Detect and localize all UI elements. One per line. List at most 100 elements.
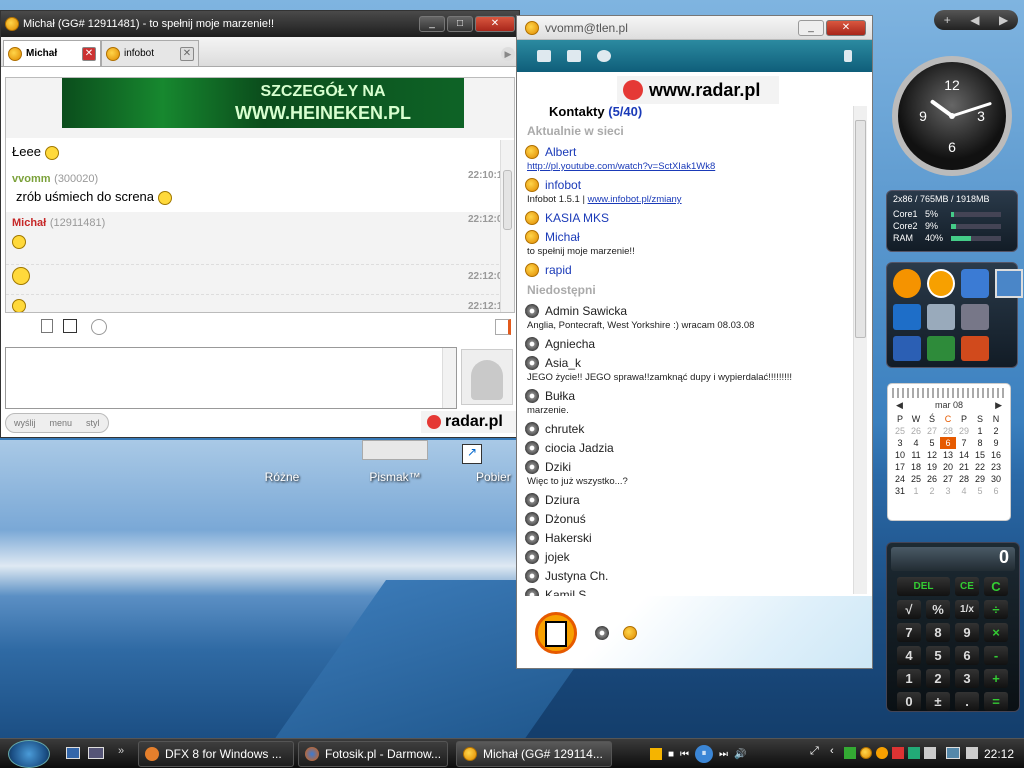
tlen-icon[interactable]: [927, 269, 955, 299]
mouse-icon[interactable]: [844, 50, 852, 62]
previous-icon[interactable]: ◀: [970, 13, 979, 27]
calendar-day[interactable]: 12: [924, 449, 940, 461]
calculator-key[interactable]: ±: [926, 692, 950, 711]
scroll-thumb[interactable]: [855, 120, 866, 338]
calendar-day[interactable]: 5: [924, 437, 940, 449]
calendar-day[interactable]: 4: [908, 437, 924, 449]
stop-icon[interactable]: ■: [668, 749, 674, 760]
description-link[interactable]: http://pl.youtube.com/watch?v=SctXIak1Wk…: [527, 161, 715, 172]
calendar-day[interactable]: 2: [924, 485, 940, 497]
calendar-day[interactable]: 30: [988, 473, 1004, 485]
heineken-banner[interactable]: SZCZEGÓŁY NA WWW.HEINEKEN.PL: [62, 78, 464, 128]
calendar-day[interactable]: 6: [940, 437, 956, 449]
contact-item[interactable]: Asia_k: [525, 353, 851, 372]
calendar-day[interactable]: 9: [988, 437, 1004, 449]
calculator-key[interactable]: 0: [897, 692, 921, 711]
calendar-day[interactable]: 24: [892, 473, 908, 485]
calendar-day[interactable]: 29: [972, 473, 988, 485]
user-avatar[interactable]: [535, 612, 577, 654]
calendar-day[interactable]: 17: [892, 461, 908, 473]
tray-app-icon[interactable]: [908, 747, 920, 759]
media-player-icon[interactable]: [893, 304, 921, 330]
offline-group-header[interactable]: Niedostępni: [527, 283, 851, 297]
mini-expand-icon[interactable]: ⤢: [810, 745, 819, 758]
calculator-key[interactable]: %: [926, 600, 950, 619]
calculator-key[interactable]: ×: [984, 623, 1008, 642]
input-scrollbar[interactable]: [442, 348, 456, 408]
switch-windows-icon[interactable]: [88, 747, 104, 759]
calendar-day[interactable]: 3: [940, 485, 956, 497]
taskbar-button-firefox[interactable]: Fotosik.pl - Darmow...: [298, 741, 448, 767]
clock-time[interactable]: 22:12: [984, 747, 1014, 761]
add-gadget-icon[interactable]: +: [944, 13, 951, 27]
calculator-icon[interactable]: [927, 304, 955, 330]
paint-icon[interactable]: [961, 269, 989, 299]
gg-status-icon[interactable]: [623, 626, 637, 640]
tray-app-icon[interactable]: [892, 747, 904, 759]
send-file-icon[interactable]: [495, 319, 511, 335]
volume-tray-icon[interactable]: [966, 747, 978, 759]
calendar-day[interactable]: 6: [988, 485, 1004, 497]
calendar-day[interactable]: 29: [956, 425, 972, 437]
calculator-key[interactable]: -: [984, 646, 1008, 665]
calendar-day[interactable]: 19: [924, 461, 940, 473]
calendar-day[interactable]: 1: [908, 485, 924, 497]
close-button[interactable]: ✕: [475, 16, 515, 32]
file-icon[interactable]: [41, 319, 53, 333]
tab-michal[interactable]: Michał ✕: [3, 40, 101, 66]
contact-item[interactable]: Agniecha: [525, 334, 851, 353]
close-button[interactable]: ✕: [826, 19, 866, 36]
calendar-day[interactable]: 14: [956, 449, 972, 461]
calendar-day[interactable]: 1: [972, 425, 988, 437]
calculator-key[interactable]: 1: [897, 669, 921, 688]
desktop-icon-pobier[interactable]: Pobier: [476, 470, 516, 484]
radar-brand[interactable]: radar.pl: [421, 411, 517, 433]
desktop-icon-pismak[interactable]: Pismak™: [362, 470, 428, 484]
close-tab-icon[interactable]: ✕: [82, 46, 96, 61]
calculator-key[interactable]: DEL: [897, 577, 950, 596]
half-life-icon[interactable]: [893, 269, 921, 299]
calendar-day[interactable]: 20: [940, 461, 956, 473]
previous-month-icon[interactable]: ◀: [896, 400, 903, 411]
contact-item[interactable]: jojek: [525, 547, 851, 566]
calendar-day[interactable]: 31: [892, 485, 908, 497]
cpu-meter-gadget[interactable]: 2x86 / 765MB / 1918MB Core1 5% Core2 9% RAM 4…: [886, 190, 1018, 252]
quicklaunch-more-icon[interactable]: »: [118, 745, 124, 757]
history-scrollbar[interactable]: [500, 140, 514, 312]
calendar-day[interactable]: 7: [956, 437, 972, 449]
contact-item[interactable]: Hakerski: [525, 528, 851, 547]
show-desktop-icon[interactable]: [66, 747, 80, 759]
contacts-titlebar[interactable]: vvomm@tlen.pl _ ✕: [517, 16, 872, 40]
calendar-day[interactable]: 16: [988, 449, 1004, 461]
contact-item[interactable]: Justyna Ch.: [525, 566, 851, 585]
tab-infobot[interactable]: infobot ✕: [101, 40, 199, 66]
network-icon[interactable]: [946, 747, 960, 759]
contact-item[interactable]: infobot: [525, 175, 851, 194]
tray-expand-icon[interactable]: ‹: [830, 745, 834, 757]
next-icon[interactable]: ▶: [999, 13, 1008, 27]
calendar-day[interactable]: 26: [924, 473, 940, 485]
calendar-day[interactable]: 28: [940, 425, 956, 437]
word-icon[interactable]: [893, 335, 921, 361]
calculator-key[interactable]: 3: [955, 669, 979, 688]
calculator-key[interactable]: 4: [897, 646, 921, 665]
calendar-day[interactable]: 25: [908, 473, 924, 485]
calculator-key[interactable]: ÷: [984, 600, 1008, 619]
message-input[interactable]: [5, 347, 457, 409]
menu-button[interactable]: menu: [50, 418, 73, 428]
pause-icon[interactable]: ⏸: [695, 745, 714, 763]
calculator-key[interactable]: +: [984, 669, 1008, 688]
tlen-status-icon[interactable]: [595, 626, 609, 640]
calendar-day[interactable]: 15: [972, 449, 988, 461]
tabs-scroll-icon[interactable]: ▶: [501, 47, 515, 61]
previous-track-icon[interactable]: ⏮: [680, 749, 689, 760]
contact-item[interactable]: KASIA MKS: [525, 208, 851, 227]
calendar-day[interactable]: 22: [972, 461, 988, 473]
tray-app-icon[interactable]: [844, 747, 856, 759]
taskbar-button-dfx[interactable]: DFX 8 for Windows ...: [138, 741, 294, 767]
contacts-scrollbar[interactable]: [853, 106, 867, 594]
speaker-icon[interactable]: [924, 747, 936, 759]
style-button[interactable]: styl: [86, 418, 100, 428]
radar-url-banner[interactable]: www.radar.pl: [617, 76, 779, 104]
shortcut-arrow-icon[interactable]: ↗: [462, 444, 482, 464]
